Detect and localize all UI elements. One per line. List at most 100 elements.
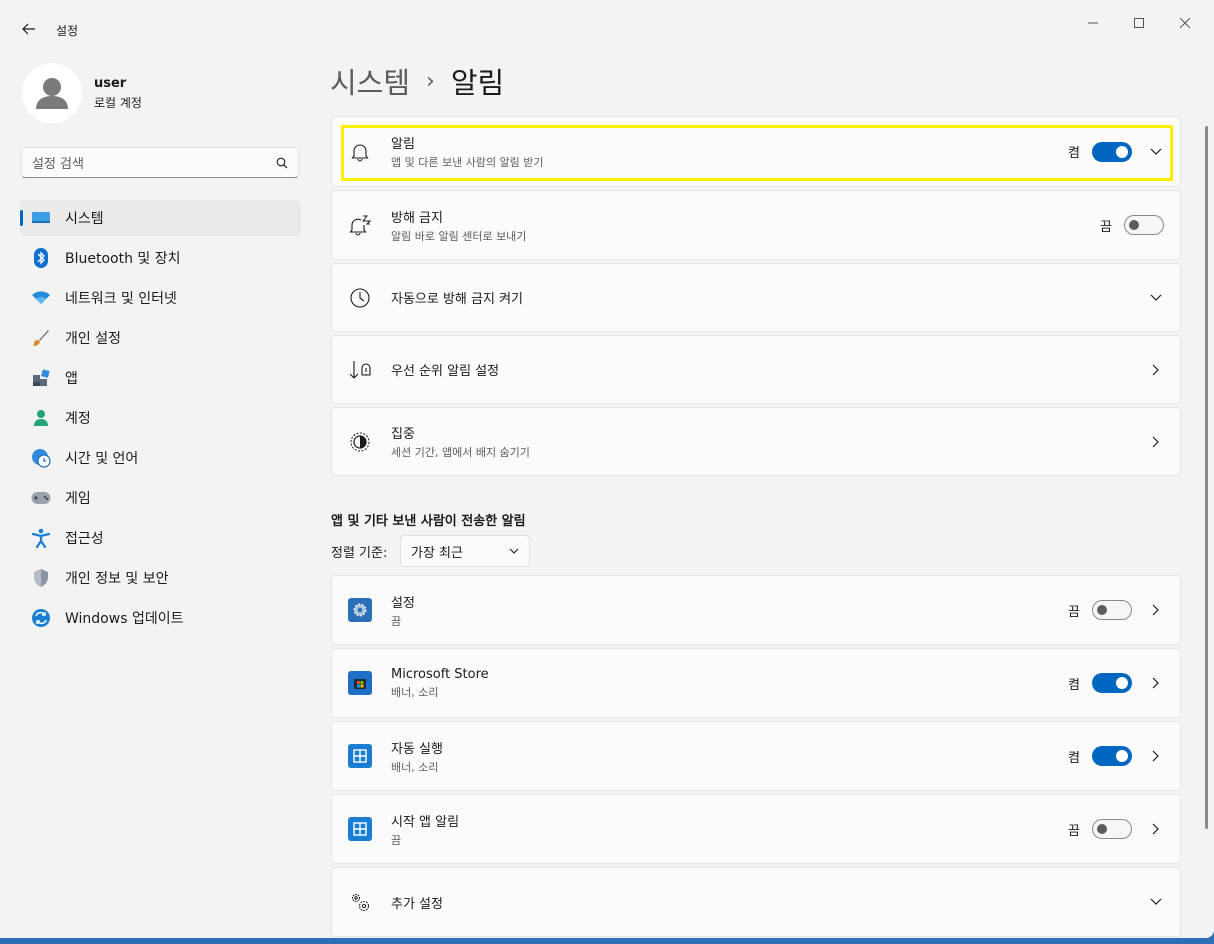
card-subtitle: 세션 기간, 앱에서 배지 숨기기: [391, 446, 530, 459]
sidebar-item-accessibility[interactable]: 접근성: [20, 520, 301, 556]
account-icon: [30, 407, 52, 429]
chevron-right-icon[interactable]: [1148, 362, 1164, 378]
app-toggle[interactable]: [1092, 746, 1132, 766]
card-title: Microsoft Store: [391, 666, 489, 682]
user-name: user: [94, 75, 127, 91]
sidebar-item-label: 개인 설정: [65, 331, 121, 347]
toggle-state-label: 켬: [1068, 677, 1080, 693]
settings-app-icon: [348, 598, 372, 622]
sort-label: 정렬 기준:: [331, 546, 388, 561]
sidebar-item-windows-update[interactable]: Windows 업데이트: [20, 600, 301, 636]
toggle-state-label: 켬: [1068, 146, 1080, 161]
settings-window: 설정 user 로컬 계정 설정 검색 시스템 Bluetooth 및 장치 네…: [0, 0, 1214, 938]
sort-value: 가장 최근: [411, 545, 463, 561]
priority-sort-icon: [348, 358, 372, 382]
sidebar-item-label: 개인 정보 및 보안: [65, 571, 169, 587]
breadcrumb-parent[interactable]: 시스템: [330, 60, 410, 102]
sidebar-item-network[interactable]: 네트워크 및 인터넷: [20, 280, 301, 316]
chevron-right-icon[interactable]: [1148, 675, 1164, 691]
sidebar-item-gaming[interactable]: 게임: [20, 480, 301, 516]
card-subtitle: 알림 바로 알림 센터로 보내기: [391, 229, 527, 243]
chevron-down-icon[interactable]: [1148, 290, 1164, 306]
app-row-autoplay[interactable]: 자동 실행 배너, 소리 켬: [331, 721, 1181, 791]
sidebar-item-label: 앱: [65, 371, 78, 387]
avatar: [22, 63, 82, 123]
app-toggle[interactable]: [1092, 600, 1132, 620]
app-toggle[interactable]: [1092, 673, 1132, 693]
chevron-down-icon[interactable]: [1148, 894, 1164, 910]
scrollbar[interactable]: [1205, 126, 1208, 829]
card-title: 자동 실행: [391, 741, 443, 757]
app-title: 설정: [56, 24, 79, 38]
card-subtitle: 끔: [391, 833, 402, 847]
app-row-startup-notification[interactable]: 시작 앱 알림 끔 끔: [331, 794, 1181, 864]
shield-icon: [30, 567, 52, 589]
page-title: 알림: [450, 66, 505, 100]
breadcrumb: 시스템 › 알림: [330, 60, 504, 102]
brush-icon: [30, 327, 52, 349]
section-heading: 앱 및 기타 보낸 사람이 전송한 알림: [331, 514, 526, 529]
chevron-down-icon[interactable]: [1148, 144, 1164, 160]
search-icon: [276, 157, 288, 168]
maximize-icon: [1134, 18, 1144, 28]
card-subtitle: 배너, 소리: [391, 685, 439, 699]
card-subtitle: 배너, 소리: [391, 760, 439, 774]
card-title: 자동으로 방해 금지 켜기: [391, 292, 523, 307]
sidebar-item-label: 시스템: [65, 211, 104, 227]
minimize-button[interactable]: [1070, 10, 1116, 36]
sidebar-item-label: 네트워크 및 인터넷: [65, 291, 177, 307]
chevron-right-icon[interactable]: [1148, 748, 1164, 764]
search-input[interactable]: 설정 검색: [21, 147, 299, 178]
sidebar-item-accounts[interactable]: 계정: [20, 400, 301, 436]
app-toggle[interactable]: [1092, 819, 1132, 839]
sidebar-item-time-language[interactable]: 시간 및 언어: [20, 440, 301, 476]
clock-icon: [348, 286, 372, 310]
sidebar-item-system[interactable]: 시스템: [20, 200, 301, 236]
store-app-icon: [348, 671, 372, 695]
sidebar-item-personalization[interactable]: 개인 설정: [20, 320, 301, 356]
notifications-card[interactable]: 알림 앱 및 다른 보낸 사람의 알림 받기 켬: [331, 116, 1181, 187]
globe-clock-icon: [30, 447, 52, 469]
toggle-state-label: 끔: [1068, 604, 1080, 620]
user-profile[interactable]: user 로컬 계정: [22, 63, 142, 123]
card-subtitle: 앱 및 다른 보낸 사람의 알림 받기: [391, 156, 544, 169]
priority-notifications-card[interactable]: 우선 순위 알림 설정: [331, 335, 1181, 404]
back-button[interactable]: [14, 14, 44, 44]
card-title: 설정: [391, 595, 415, 611]
sidebar-item-label: 계정: [65, 411, 91, 427]
update-icon: [30, 607, 52, 629]
close-button[interactable]: [1162, 10, 1208, 36]
more-settings-card[interactable]: 추가 설정: [331, 867, 1181, 937]
sort-dropdown[interactable]: 가장 최근: [400, 535, 530, 567]
auto-dnd-card[interactable]: 자동으로 방해 금지 켜기: [331, 263, 1181, 332]
app-row-microsoft-store[interactable]: Microsoft Store 배너, 소리 켬: [331, 648, 1181, 718]
sidebar-item-label: Windows 업데이트: [65, 611, 184, 627]
bluetooth-icon: [30, 247, 52, 269]
sidebar-nav: 시스템 Bluetooth 및 장치 네트워크 및 인터넷 개인 설정 앱 계정…: [20, 200, 301, 640]
notifications-toggle[interactable]: [1092, 141, 1132, 162]
focus-card[interactable]: 집중 세션 기간, 앱에서 배지 숨기기: [331, 407, 1181, 476]
toggle-state-label: 끔: [1100, 219, 1112, 235]
chevron-down-icon: [509, 548, 519, 554]
chevron-right-icon[interactable]: [1148, 434, 1164, 450]
card-title: 우선 순위 알림 설정: [391, 364, 500, 379]
sidebar-item-label: Bluetooth 및 장치: [65, 251, 181, 267]
focus-icon: [348, 430, 372, 454]
app-row-settings[interactable]: 설정 끔 끔: [331, 575, 1181, 645]
do-not-disturb-card[interactable]: 방해 금지 알림 바로 알림 센터로 보내기 끔: [331, 190, 1181, 260]
system-icon: [30, 207, 52, 229]
sidebar-item-privacy[interactable]: 개인 정보 및 보안: [20, 560, 301, 596]
bell-zz-icon: [348, 213, 372, 237]
maximize-button[interactable]: [1116, 10, 1162, 36]
chevron-right-icon[interactable]: [1148, 602, 1164, 618]
bell-icon: [348, 140, 372, 164]
breadcrumb-separator: ›: [426, 68, 435, 94]
gears-icon: [348, 890, 372, 914]
chevron-right-icon[interactable]: [1148, 821, 1164, 837]
minimize-icon: [1088, 22, 1098, 24]
sidebar-item-apps[interactable]: 앱: [20, 360, 301, 396]
do-not-disturb-toggle[interactable]: [1124, 215, 1164, 235]
toggle-state-label: 끔: [1068, 823, 1080, 839]
card-title: 시작 앱 알림: [391, 814, 460, 830]
sidebar-item-bluetooth[interactable]: Bluetooth 및 장치: [20, 240, 301, 276]
